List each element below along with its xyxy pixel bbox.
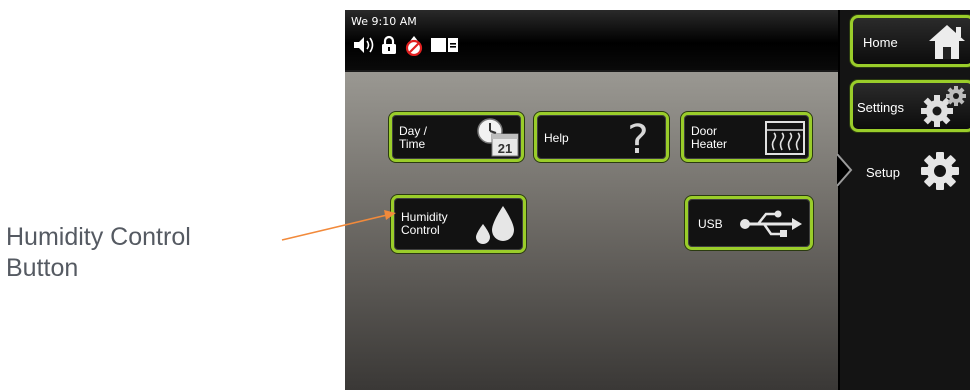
calendar-day-number: 21 xyxy=(498,141,512,156)
humidity-label-line2: Control xyxy=(401,223,440,237)
no-water-icon xyxy=(403,34,425,61)
device-screen: We 9:10 AM Day / Time 21 Help ? Door Hea… xyxy=(345,10,970,390)
usb-icon xyxy=(738,209,804,242)
settings-button[interactable]: Settings xyxy=(850,80,970,132)
calendar-clock-icon: 21 xyxy=(472,117,520,162)
callout-line-1: Humidity Control xyxy=(6,223,191,251)
help-label: Help xyxy=(544,131,569,145)
door-icon xyxy=(431,37,459,58)
settings-label: Settings xyxy=(857,100,904,115)
gear-icon xyxy=(918,149,962,198)
usb-label: USB xyxy=(698,217,723,231)
home-label: Home xyxy=(863,35,898,50)
usb-button[interactable]: USB xyxy=(685,196,813,250)
door-heater-label-line2: Heater xyxy=(691,137,728,151)
day-time-button[interactable]: Day / Time 21 xyxy=(389,112,524,162)
home-button[interactable]: Home xyxy=(850,15,970,67)
nav-panel: Home Settings Setup xyxy=(836,10,970,390)
question-mark-icon: ? xyxy=(621,115,655,163)
svg-text:?: ? xyxy=(627,117,648,159)
door-heater-button[interactable]: Door Heater xyxy=(681,112,812,162)
active-indicator-icon xyxy=(836,153,853,191)
speaker-icon xyxy=(353,35,375,60)
help-button[interactable]: Help ? xyxy=(534,112,669,163)
callout-line-2: Button xyxy=(6,254,79,282)
clock-readout: We 9:10 AM xyxy=(351,15,417,28)
gears-icon xyxy=(919,85,969,132)
water-drops-icon xyxy=(470,202,520,251)
status-icons xyxy=(353,34,459,61)
humidity-control-button[interactable]: Humidity Control xyxy=(391,195,526,253)
heater-icon xyxy=(764,120,806,159)
status-bar: We 9:10 AM xyxy=(345,10,840,70)
setup-panel: Day / Time 21 Help ? Door Heater Humidit… xyxy=(345,72,838,390)
callout-label: Humidity Control Button xyxy=(6,222,266,284)
setup-label: Setup xyxy=(866,165,900,180)
setup-tab-active[interactable]: Setup xyxy=(836,146,970,198)
day-time-label-line2: Time xyxy=(399,137,426,151)
house-icon xyxy=(925,21,969,64)
lock-icon xyxy=(381,35,397,60)
